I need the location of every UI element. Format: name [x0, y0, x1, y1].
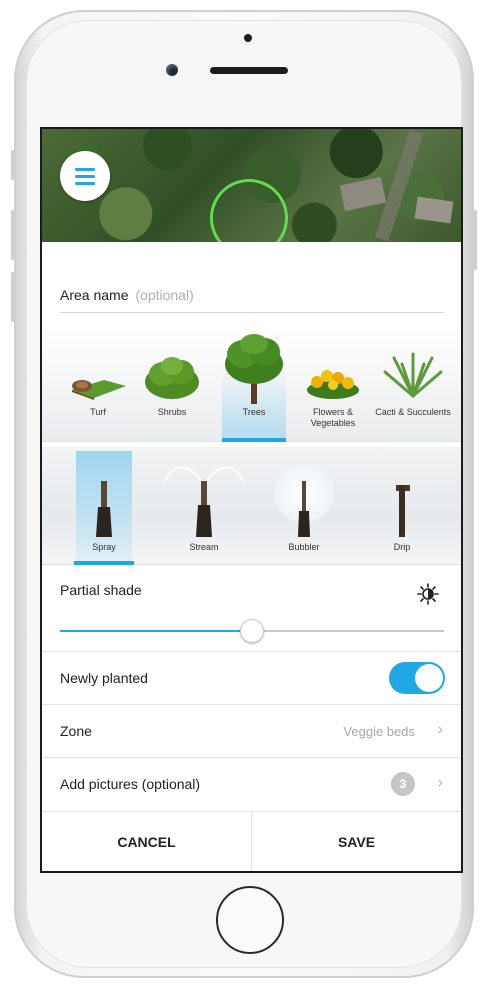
plant-option-flowers[interactable]: Flowers & Vegetables [301, 329, 365, 442]
area-name-label: Area name [60, 287, 129, 303]
zone-label: Zone [60, 723, 92, 739]
plant-option-shrubs[interactable]: Shrubs [140, 329, 204, 442]
plant-option-trees[interactable]: Trees [222, 329, 286, 442]
newly-planted-toggle[interactable] [389, 662, 445, 694]
plant-option-turf[interactable]: Turf [66, 329, 130, 442]
head-option-bubbler[interactable]: Bubbler [274, 447, 334, 565]
head-option-stream[interactable]: Stream [164, 447, 244, 565]
cactus-icon [383, 352, 443, 398]
cancel-button[interactable]: CANCEL [42, 812, 252, 871]
chevron-right-icon: › [437, 721, 443, 738]
chevron-right-icon: › [437, 774, 443, 791]
spray-head-icon [96, 481, 112, 537]
plant-label: Trees [242, 407, 266, 417]
head-label: Bubbler [288, 542, 320, 552]
slider-thumb[interactable] [240, 619, 264, 643]
plant-option-cacti[interactable]: Cacti & Succulents [375, 329, 451, 442]
head-option-drip[interactable]: Drip [372, 447, 432, 565]
newly-planted-row: Newly planted [42, 651, 461, 704]
plant-type-selector: Turf Shrubs Trees Flowers & Vegetables C… [42, 329, 461, 442]
add-pictures-row[interactable]: Add pictures (optional) 3 › [42, 757, 461, 810]
app-screen: Area name (optional) Turf Shrubs Trees F… [40, 127, 463, 873]
head-label: Spray [92, 542, 116, 552]
newly-planted-label: Newly planted [60, 670, 148, 686]
tree-icon [225, 334, 283, 404]
volume-up-button [11, 210, 15, 260]
head-option-spray[interactable]: Spray [74, 447, 134, 565]
sun-shade-icon [417, 583, 439, 605]
plant-label: Turf [90, 407, 106, 417]
map-house [339, 176, 387, 212]
stream-head-icon [196, 481, 212, 537]
shade-label: Partial shade [60, 582, 142, 598]
plant-label: Flowers & Vegetables [310, 407, 356, 428]
picture-count-badge: 3 [391, 772, 415, 796]
slider-fill [60, 630, 252, 632]
area-name-placeholder: (optional) [135, 287, 194, 303]
mute-switch [11, 150, 15, 180]
hamburger-icon [75, 174, 95, 178]
action-bar: CANCEL SAVE [42, 811, 461, 871]
hamburger-icon [75, 167, 95, 171]
map-house [414, 196, 454, 224]
flowers-icon [307, 370, 359, 399]
save-button[interactable]: SAVE [252, 812, 461, 871]
satellite-map[interactable] [42, 129, 461, 242]
toggle-knob [415, 664, 443, 692]
drip-head-icon [396, 485, 410, 537]
earpiece-speaker [210, 67, 288, 74]
hamburger-icon [75, 181, 95, 185]
shrubs-icon [145, 357, 199, 399]
home-button[interactable] [216, 886, 284, 954]
selected-indicator [222, 438, 286, 442]
turf-icon [72, 380, 126, 400]
zone-value: Veggie beds [343, 724, 415, 739]
plant-label: Shrubs [157, 407, 187, 417]
selected-indicator [74, 561, 134, 565]
proximity-sensor [244, 34, 252, 42]
add-pictures-label: Add pictures (optional) [60, 776, 201, 792]
front-camera [166, 64, 178, 76]
plant-label: Cacti & Succulents [375, 407, 451, 417]
volume-down-button [11, 272, 15, 322]
power-button [473, 210, 477, 270]
zone-row[interactable]: Zone Veggie beds › [42, 704, 461, 757]
menu-button[interactable] [60, 151, 110, 201]
head-label: Stream [189, 542, 219, 552]
sprinkler-head-selector: Spray Stream Bubbler Drip [42, 447, 461, 565]
area-name-field[interactable]: Area name (optional) [60, 287, 444, 313]
head-label: Drip [393, 542, 411, 552]
area-outline[interactable] [199, 168, 299, 242]
shade-slider[interactable] [60, 619, 444, 643]
bubbler-head-icon [298, 481, 310, 537]
